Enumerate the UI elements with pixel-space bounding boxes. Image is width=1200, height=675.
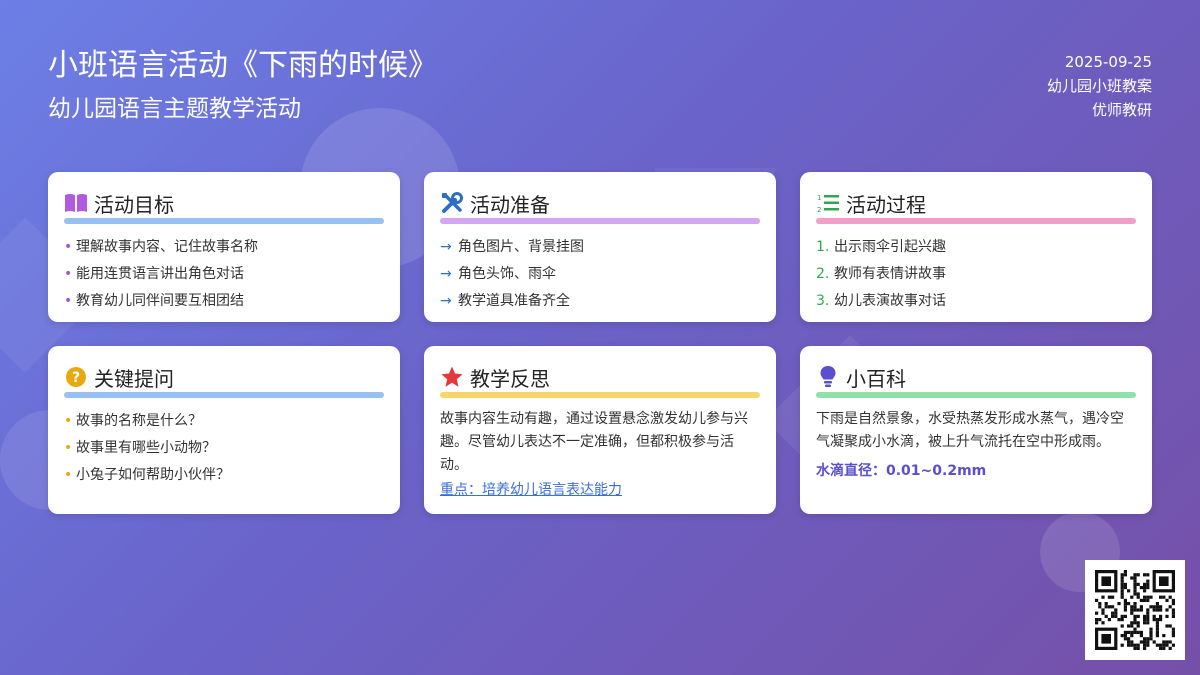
title-underline: [64, 218, 384, 224]
svg-text:1: 1: [817, 194, 821, 202]
header-meta: 2025-09-25 幼儿园小班教案 优师教研: [1047, 50, 1152, 122]
process-list: 1. 出示雨伞引起兴趣 2. 教师有表情讲故事 3. 幼儿表演故事对话: [816, 234, 1136, 315]
list-item: 2. 教师有表情讲故事: [816, 266, 946, 282]
author-label: 优师教研: [1091, 101, 1152, 119]
card-process: 1 2 活动过程 1. 出示雨伞引起兴趣 2. 教师有表情讲故事 3. 幼儿表演故事对…: [800, 172, 1152, 322]
card-prep: 活动准备 → 角色图片、背景挂图 → 角色头饰、雨伞 → 教学道具准备齐全: [424, 172, 776, 322]
fact-highlight: 水滴直径：0.01~0.2mm: [816, 463, 987, 479]
svg-text:?: ?: [72, 370, 80, 386]
page-title: 小班语言活动《下雨的时候》: [48, 48, 438, 83]
card-title: 教学反思: [470, 366, 550, 391]
svg-text:2: 2: [817, 206, 821, 213]
date-label: 2025-09-25: [1064, 53, 1152, 71]
goals-list: • 理解故事内容、记住故事名称 • 能用连贯语言讲出角色对话 • 教育幼儿同伴间要互相…: [64, 234, 384, 315]
list-item: • 教育幼儿同伴间要互相团结: [64, 293, 244, 309]
tools-icon: [440, 191, 464, 215]
title-underline: [440, 218, 760, 224]
title-underline: [64, 392, 384, 398]
qr-code-image: [1095, 570, 1175, 650]
encyclopedia-text: 下雨是自然景象，水受热蒸发形成水蒸气，遇冷空气凝聚成小水滴，被上升气流托在空中形…: [816, 411, 1124, 450]
list-item: 3. 幼儿表演故事对话: [816, 293, 946, 309]
card-goals: 活动目标 • 理解故事内容、记住故事名称 • 能用连贯语言讲出角色对话 • 教育幼儿同…: [48, 172, 400, 322]
card-reflection: 教学反思 故事内容生动有趣，通过设置悬念激发幼儿参与兴趣。尽管幼儿表达不一定准确…: [424, 346, 776, 514]
open-book-icon: [64, 191, 88, 215]
title-underline: [816, 218, 1136, 224]
list-item: → 角色图片、背景挂图: [440, 239, 584, 255]
page-subtitle: 幼儿园语言主题教学活动: [48, 96, 301, 122]
list-item: • 故事的名称是什么？: [64, 413, 202, 429]
star-icon: [440, 365, 464, 389]
list-item: • 小兔子如何帮助小伙伴？: [64, 467, 230, 483]
lightbulb-icon: [816, 365, 840, 389]
prep-list: → 角色图片、背景挂图 → 角色头饰、雨伞 → 教学道具准备齐全: [440, 234, 760, 315]
card-title: 活动过程: [846, 192, 926, 217]
card-questions: ? 关键提问 • 故事的名称是什么？ • 故事里有哪些小动物？ • 小兔子如何帮助小伙…: [48, 346, 400, 514]
list-item: • 理解故事内容、记住故事名称: [64, 239, 258, 255]
reflection-text: 故事内容生动有趣，通过设置悬念激发幼儿参与兴趣。尽管幼儿表达不一定准确，但都积极…: [440, 411, 748, 473]
numbered-list-icon: 1 2: [816, 191, 840, 215]
question-icon: ?: [64, 365, 88, 389]
page-header: 小班语言活动《下雨的时候》 幼儿园语言主题教学活动: [48, 46, 438, 124]
qr-code[interactable]: [1085, 560, 1185, 660]
list-item: → 教学道具准备齐全: [440, 293, 570, 309]
card-title: 小百科: [846, 366, 906, 391]
list-item: → 角色头饰、雨伞: [440, 266, 556, 282]
list-item: 1. 出示雨伞引起兴趣: [816, 239, 946, 255]
card-title: 活动准备: [470, 192, 550, 217]
list-item: • 故事里有哪些小动物？: [64, 440, 216, 456]
title-underline: [440, 392, 760, 398]
key-point-link[interactable]: 重点：培养幼儿语言表达能力: [440, 477, 760, 504]
card-encyclopedia: 小百科 下雨是自然景象，水受热蒸发形成水蒸气，遇冷空气凝聚成小水滴，被上升气流托…: [800, 346, 1152, 514]
list-item: • 能用连贯语言讲出角色对话: [64, 266, 244, 282]
questions-list: • 故事的名称是什么？ • 故事里有哪些小动物？ • 小兔子如何帮助小伙伴？: [64, 408, 384, 489]
card-title: 活动目标: [94, 192, 174, 217]
title-underline: [816, 392, 1136, 398]
doc-type-label: 幼儿园小班教案: [1046, 77, 1152, 95]
card-title: 关键提问: [94, 366, 174, 391]
